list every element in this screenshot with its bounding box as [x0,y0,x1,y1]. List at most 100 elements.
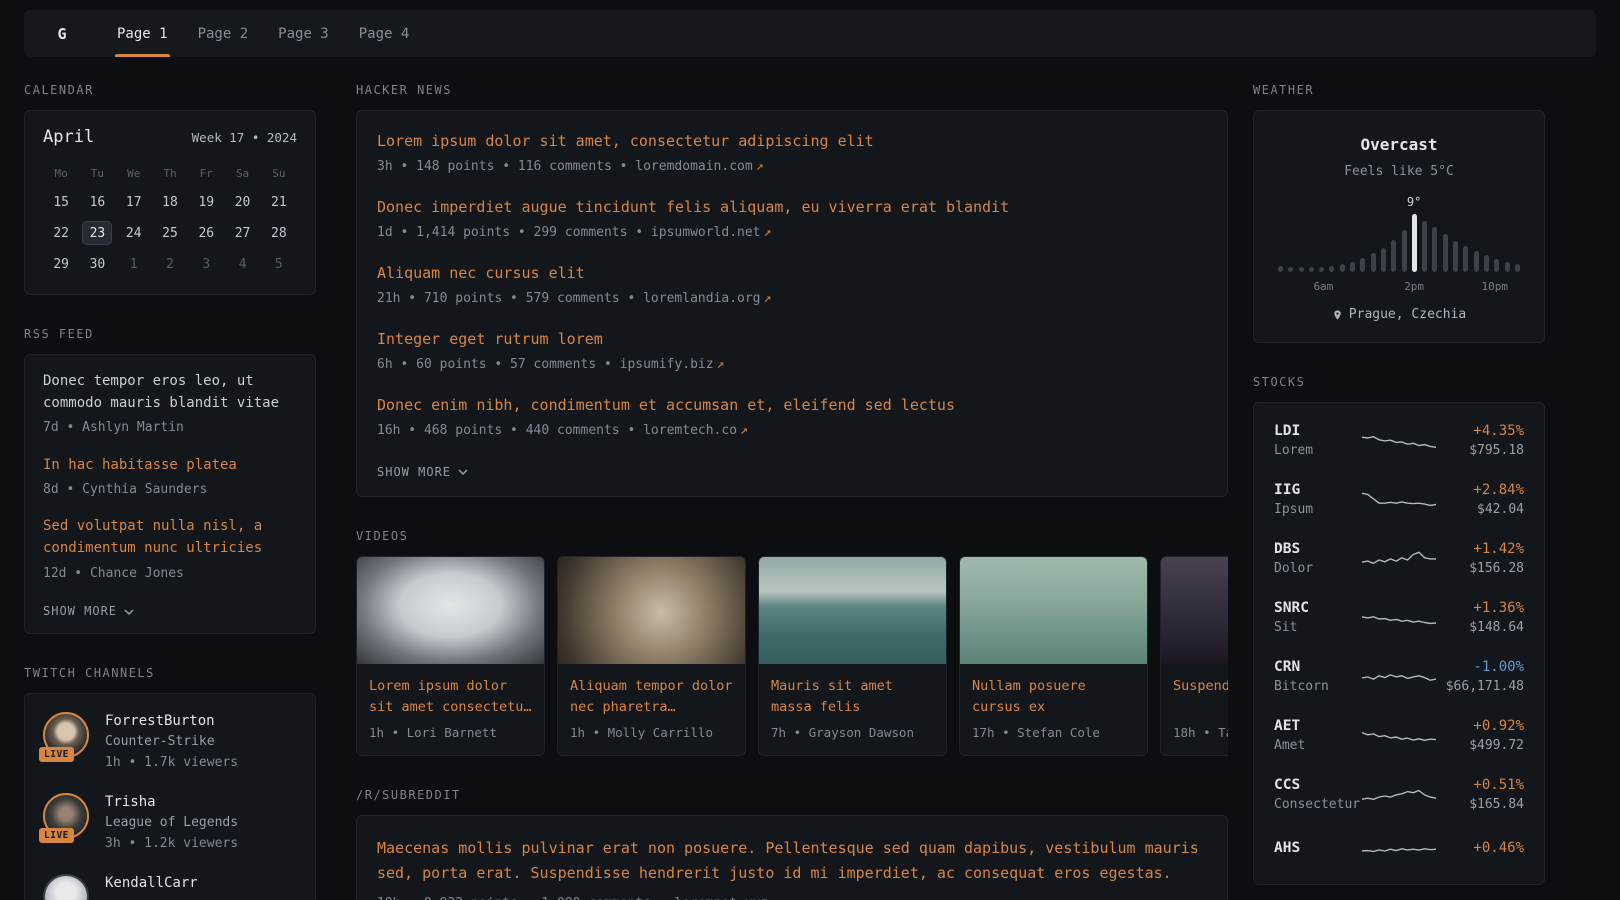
avatar-wrap: LIVE [43,712,91,758]
page-tab[interactable]: Page 3 [263,10,344,57]
weather-bar [1288,267,1293,272]
page-tab[interactable]: Page 1 [102,10,183,57]
rss-item: Sed volutpat nulla nisl, a condimentum n… [43,516,297,583]
stock-row[interactable]: SNRC Sit +1.36% $148.64 [1274,588,1524,647]
video-body: Aliquam tempor dolor nec pharetra… 1h • … [558,664,745,756]
stock-row[interactable]: CRN Bitcorn -1.00% $66,171.48 [1274,647,1524,706]
stock-identity: CRN Bitcorn [1274,659,1360,694]
stock-price: $795.18 [1438,443,1524,458]
video-thumbnail[interactable] [1161,557,1228,664]
hackernews-meta-text: 16h • 468 points • 440 comments • loremt… [377,423,737,438]
external-link-icon: ↗ [717,357,725,372]
stock-values: +0.46% [1438,840,1524,860]
weather-widget: WEATHER Overcast Feels like 5°C 9° 6am2p… [1253,83,1545,343]
stock-values: +2.84% $42.04 [1438,482,1524,517]
weather-bar [1453,241,1458,272]
external-link-icon: ↗ [771,896,779,900]
stock-values: +0.92% $499.72 [1438,718,1524,753]
rss-link[interactable]: In hac habitasse platea [43,455,297,477]
hackernews-meta-text: 6h • 60 points • 57 comments • ipsumify.… [377,357,714,372]
hackernews-meta: 6h • 60 points • 57 comments • ipsumify.… [377,356,1207,374]
video-card[interactable]: Nullam posuere cursus ex 17h • Stefan Co… [959,556,1148,757]
hackernews-show-more-button[interactable]: SHOW MORE [377,465,468,479]
twitch-channel[interactable]: LIVE ForrestBurton Counter-Strike 1h • 1… [43,712,297,772]
calendar-section-title: CALENDAR [24,83,316,97]
stock-price: $165.84 [1438,797,1524,812]
twitch-channel[interactable]: LIVE Trisha League of Legends 3h • 1.2k … [43,793,297,853]
weather-bar [1484,255,1489,272]
video-title-link[interactable]: Lorem ipsum dolor sit amet consectetu… [369,676,532,718]
stock-sparkline [1360,545,1438,573]
hackernews-link[interactable]: Integer eget rutrum lorem [377,329,1207,351]
hackernews-link[interactable]: Aliquam nec cursus elit [377,263,1207,285]
video-title-link[interactable]: Suspendisse diam [1173,676,1228,718]
sparkline-chart [1361,663,1437,691]
chevron-down-icon [124,609,134,615]
stock-values: +1.42% $156.28 [1438,541,1524,576]
calendar-card: April Week 17 • 2024 MoTuWeThFrSaSu 1516… [24,110,316,295]
stock-identity: CCS Consectetur [1274,777,1360,812]
page-tab[interactable]: Page 4 [344,10,425,57]
stock-row[interactable]: IIG Ipsum +2.84% $42.04 [1274,470,1524,529]
weekday-label: Mo [55,167,68,180]
rss-link[interactable]: Donec tempor eros leo, ut commodo mauris… [43,371,297,414]
page-tab[interactable]: Page 2 [183,10,264,57]
stock-name: Sit [1274,620,1360,635]
hackernews-link[interactable]: Donec imperdiet augue tincidunt felis al… [377,197,1207,219]
video-title-link[interactable]: Nullam posuere cursus ex [972,676,1135,718]
calendar-day: 30 [82,252,112,276]
weather-bar [1494,259,1499,272]
hackernews-item: Lorem ipsum dolor sit amet, consectetur … [377,131,1207,176]
video-card[interactable]: Mauris sit amet massa felis 7h • Grayson… [758,556,947,757]
weather-bar [1432,227,1437,272]
stock-row[interactable]: CCS Consectetur +0.51% $165.84 [1274,765,1524,824]
sparkline-chart [1361,604,1437,632]
external-link-icon: ↗ [740,423,748,438]
stock-symbol: AHS [1274,840,1360,856]
weather-condition: Overcast [1278,135,1520,154]
video-card[interactable]: Aliquam tempor dolor nec pharetra… 1h • … [557,556,746,757]
stock-change: -1.00% [1438,659,1524,675]
weekday-label: Th [163,167,176,180]
video-thumbnail[interactable] [558,557,745,664]
video-thumbnail[interactable] [357,557,544,664]
rss-item: Donec tempor eros leo, ut commodo mauris… [43,371,297,438]
twitch-channel[interactable]: LIVE KendallCarr [43,874,297,900]
weather-section-title: WEATHER [1253,83,1545,97]
video-thumbnail[interactable] [759,557,946,664]
stock-name: Ipsum [1274,502,1360,517]
rss-show-more-button[interactable]: SHOW MORE [43,604,134,618]
subreddit-post-link[interactable]: Maecenas mollis pulvinar erat non posuer… [377,836,1207,886]
calendar-day: 20 [228,190,258,214]
video-card[interactable]: Lorem ipsum dolor sit amet consectetu… 1… [356,556,545,757]
hackernews-link[interactable]: Lorem ipsum dolor sit amet, consectetur … [377,131,1207,153]
videos-row: Lorem ipsum dolor sit amet consectetu… 1… [356,556,1228,757]
video-title-link[interactable]: Aliquam tempor dolor nec pharetra… [570,676,733,718]
video-title-link[interactable]: Mauris sit amet massa felis [771,676,934,718]
stock-values: +1.36% $148.64 [1438,600,1524,635]
stock-row[interactable]: LDI Lorem +4.35% $795.18 [1274,411,1524,470]
show-more-label: SHOW MORE [43,604,117,618]
hackernews-section-title: HACKER NEWS [356,83,1228,97]
stock-change: +0.92% [1438,718,1524,734]
channel-name: KendallCarr [105,875,198,891]
rss-item: In hac habitasse platea 8d • Cynthia Sau… [43,455,297,500]
rss-link[interactable]: Sed volutpat nulla nisl, a condimentum n… [43,516,297,559]
stock-name: Consectetur [1274,797,1360,812]
video-thumbnail[interactable] [960,557,1147,664]
stock-change: +4.35% [1438,423,1524,439]
right-column: WEATHER Overcast Feels like 5°C 9° 6am2p… [1253,83,1545,900]
hackernews-link[interactable]: Donec enim nibh, condimentum et accumsan… [377,395,1207,417]
weather-bar [1278,266,1283,272]
hackernews-meta: 3h • 148 points • 116 comments • loremdo… [377,158,1207,176]
calendar-day: 29 [46,252,76,276]
app-logo[interactable]: G [36,10,88,57]
stock-name: Bitcorn [1274,679,1360,694]
stock-symbol: IIG [1274,482,1360,498]
stock-row[interactable]: AHS +0.46% [1274,824,1524,876]
live-badge: LIVE [39,828,74,843]
stock-row[interactable]: AET Amet +0.92% $499.72 [1274,706,1524,765]
video-card[interactable]: Suspendisse diam 18h • Tara [1160,556,1228,757]
calendar-day: 3 [191,252,221,276]
stock-row[interactable]: DBS Dolor +1.42% $156.28 [1274,529,1524,588]
